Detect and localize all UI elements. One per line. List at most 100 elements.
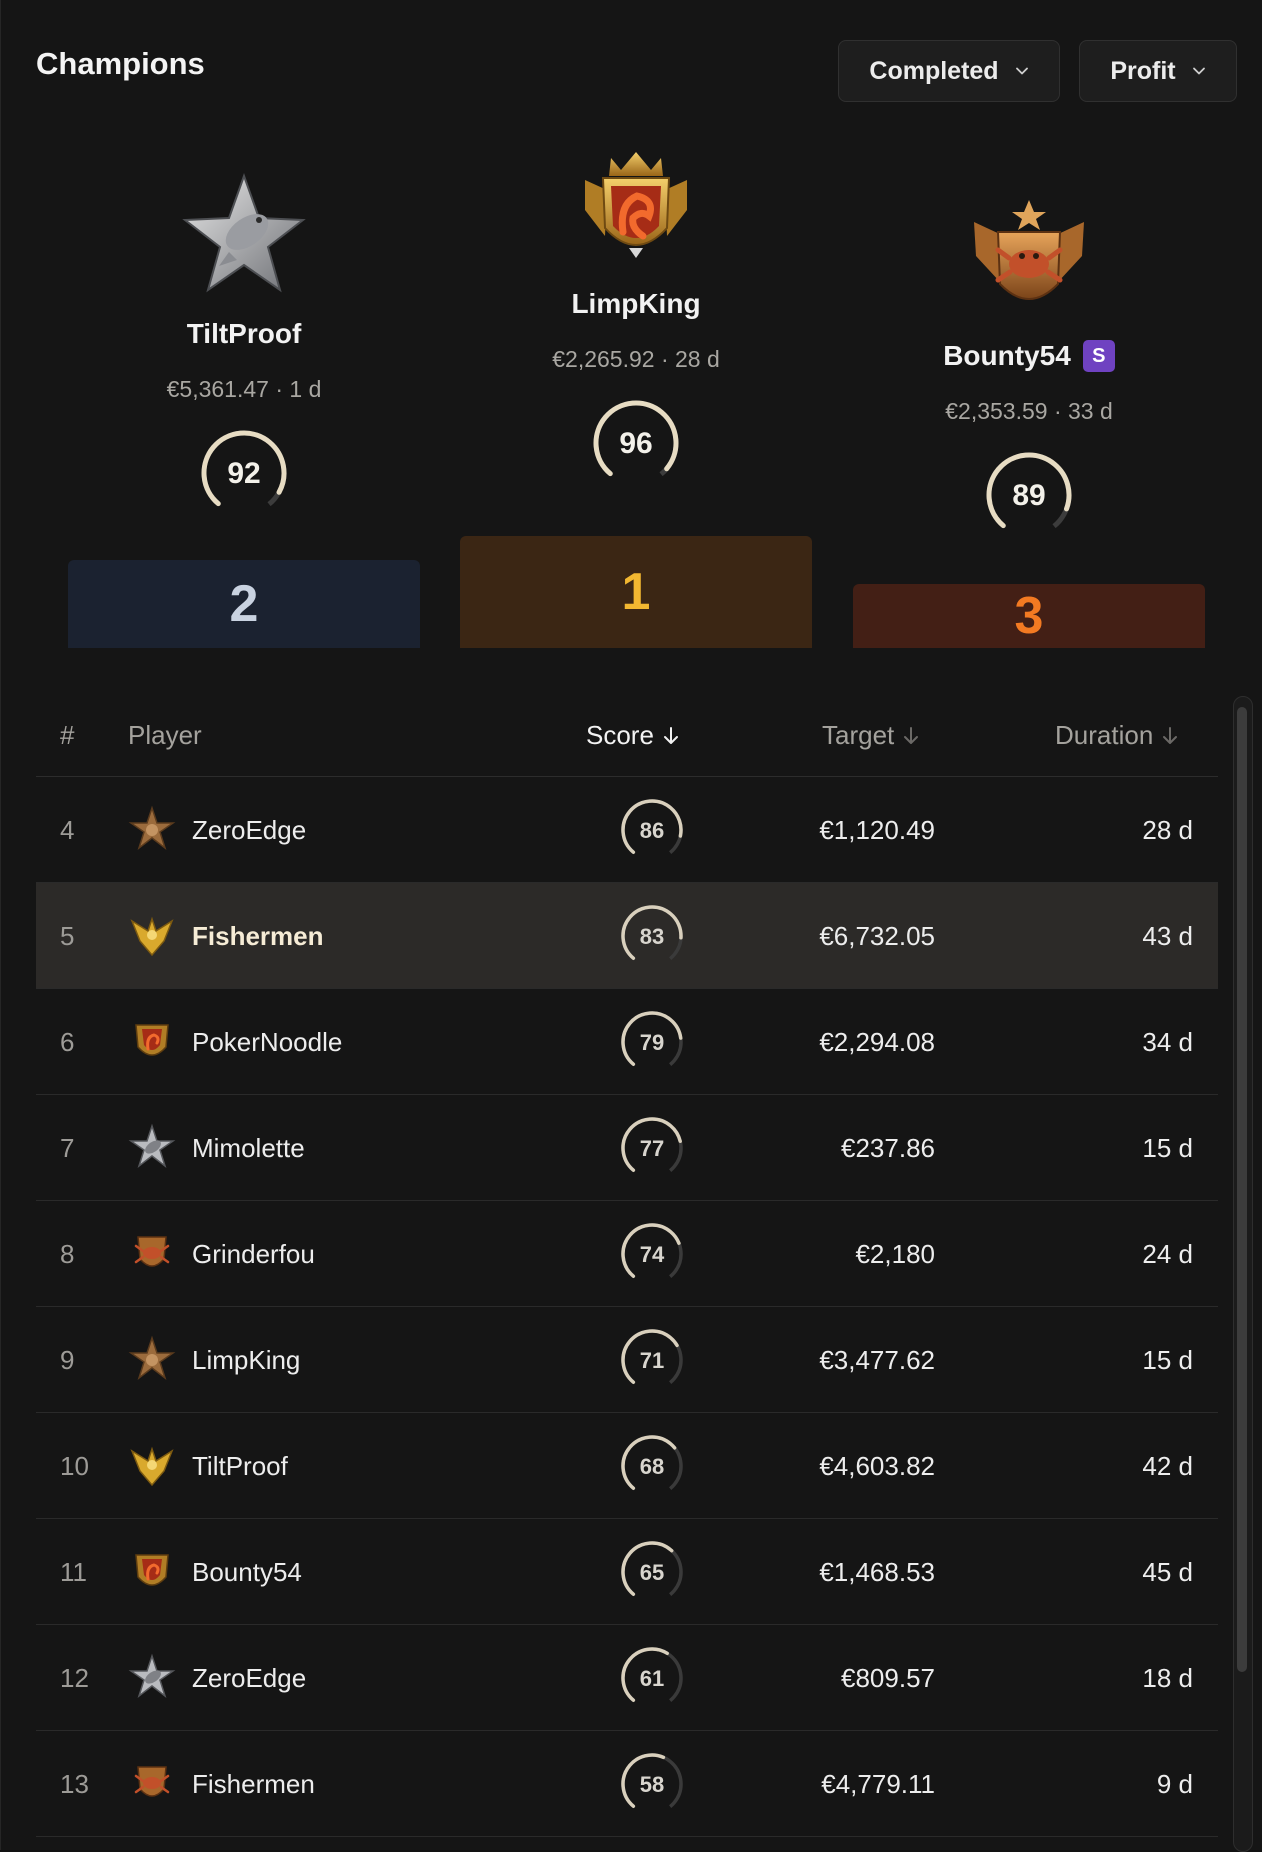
target-cell: €1,468.53 [819,1557,935,1587]
rank-cell: 11 [60,1557,87,1587]
silver-star-icon [128,1653,176,1699]
table-row[interactable]: 4 ZeroEdge 86 €1,120.49 28 d [36,777,1218,883]
podium-first[interactable]: LimpKing €2,265.92 · 28 d 96 [460,140,812,489]
target-cell: €4,779.11 [821,1769,935,1799]
duration-cell: 15 d [1142,1345,1193,1375]
player-name-cell[interactable]: Fishermen [192,1769,315,1800]
column-header-rank: # [60,720,75,750]
score-gauge: 71 [621,1329,683,1391]
rank-cell: 4 [60,815,75,845]
table-row[interactable]: 8 Grinderfou 74 €2,180 24 d [36,1201,1218,1307]
rank-cell: 5 [60,921,75,951]
player-name-cell[interactable]: LimpKing [192,1345,300,1376]
score-value: 96 [619,427,652,460]
status-badge: S [1082,340,1115,372]
column-header-target[interactable]: Target [822,720,920,751]
dragon-shield-icon [135,1024,169,1056]
rank-cell: 6 [60,1027,75,1057]
score-value: 79 [640,1030,664,1055]
score-gauge: 61 [621,1647,683,1709]
score-value: 61 [640,1666,664,1691]
column-header-score[interactable]: Score [586,720,680,751]
podium-plinth-third: 3 [853,584,1205,648]
podium-third[interactable]: Bounty54 S €2,353.59 · 33 d 89 [853,192,1205,541]
target-cell: €3,477.62 [819,1345,935,1375]
table-row[interactable]: 12 ZeroEdge 61 €809.57 18 d [36,1625,1218,1731]
score-gauge: 92 [201,430,287,516]
player-name-cell[interactable]: Grinderfou [192,1239,315,1270]
table-row[interactable]: 10 TiltProof 68 €4,603.82 42 d [36,1413,1218,1519]
sort-arrow-down-icon [663,726,678,744]
score-value: 71 [640,1348,664,1373]
rank-cell: 8 [60,1239,75,1269]
score-value: 58 [640,1772,664,1797]
dragon-shield-icon [135,1554,169,1586]
table-row[interactable]: 5 Fishermen 83 €6,732.05 43 d [36,883,1218,989]
duration-cell: 9 d [1156,1769,1193,1799]
podium-position: 2 [229,575,259,633]
target-cell: €6,732.05 [819,921,935,951]
score-value: 86 [640,818,664,843]
table-body: 4 ZeroEdge 86 €1,120.49 28 d 5 Fishermen 83 €6,7… [36,777,1218,1837]
player-name-cell[interactable]: ZeroEdge [192,815,306,846]
sort-arrow-down-icon [904,726,919,744]
duration-cell: 28 d [1142,815,1193,845]
rank-cell: 12 [60,1663,89,1693]
podium-second[interactable]: TiltProof €5,361.47 · 1 d 92 [68,170,420,519]
player-name-cell[interactable]: ZeroEdge [192,1663,306,1694]
score-value: 83 [640,924,664,949]
score-gauge: 77 [621,1117,683,1179]
duration-cell: 18 d [1142,1663,1193,1693]
table-row[interactable]: 6 PokerNoodle 79 €2,294.08 34 d [36,989,1218,1095]
duration-cell: 45 d [1142,1557,1193,1587]
podium-player-name: Bounty54 S [853,340,1205,372]
player-name-cell[interactable]: Bounty54 [192,1557,302,1588]
score-gauge: 96 [593,400,679,486]
rank-cell: 9 [60,1345,75,1375]
duration-cell: 34 d [1142,1027,1193,1057]
duration-cell: 43 d [1142,921,1193,951]
table-row[interactable]: 7 Mimolette 77 €237.86 15 d [36,1095,1218,1201]
table-row[interactable]: 13 Fishermen 58 €4,779.11 9 d [36,1731,1218,1837]
rank-cell: 7 [60,1133,75,1163]
score-gauge: 89 [986,452,1072,538]
score-value: 68 [640,1454,664,1479]
status-filter-dropdown[interactable]: Completed [838,40,1060,102]
score-value: 89 [1012,479,1045,512]
player-name-cell[interactable]: Mimolette [192,1133,305,1164]
podium-player-stats: €2,353.59 · 33 d [945,398,1113,424]
podium-player-stats: €2,265.92 · 28 d [552,346,720,372]
champions-panel: Champions Completed Profit TiltProof €5,… [0,0,1262,1852]
column-header-duration-label: Duration [1055,720,1154,750]
score-value: 92 [227,457,260,490]
player-name-cell[interactable]: PokerNoodle [192,1027,342,1058]
column-header-duration[interactable]: Duration [1055,720,1179,751]
column-header-score-label: Score [586,720,654,750]
gold-eagle-icon [130,916,174,957]
score-value: 74 [640,1242,665,1267]
table-row[interactable]: 9 LimpKing 71 €3,477.62 15 d [36,1307,1218,1413]
duration-cell: 24 d [1142,1239,1193,1269]
bronze-star-icon [128,1335,176,1381]
podium-player-name: TiltProof [186,318,302,349]
podium-plinth-first: 1 [460,536,812,648]
score-gauge: 83 [621,905,683,967]
score-value: 77 [640,1136,664,1161]
target-cell: €4,603.82 [819,1451,935,1481]
player-name-cell[interactable]: TiltProof [192,1451,288,1482]
score-value: 65 [640,1560,664,1585]
metric-filter-label: Profit [1110,56,1176,85]
panel-header: Champions Completed Profit [36,40,1244,102]
scrollbar[interactable] [1233,696,1253,1852]
metric-filter-dropdown[interactable]: Profit [1079,40,1237,102]
table-row[interactable]: 11 Bounty54 65 €1,468.53 45 d [36,1519,1218,1625]
scrollbar-thumb[interactable] [1237,707,1247,1672]
duration-cell: 42 d [1142,1451,1193,1481]
crab-shield-icon [134,1236,170,1267]
chevron-down-icon [1192,67,1205,75]
podium-position: 3 [1014,587,1044,645]
column-header-target-label: Target [822,720,895,750]
player-name-cell[interactable]: Fishermen [192,921,324,952]
podium-position: 1 [621,563,651,621]
rank-cell: 13 [60,1769,89,1799]
